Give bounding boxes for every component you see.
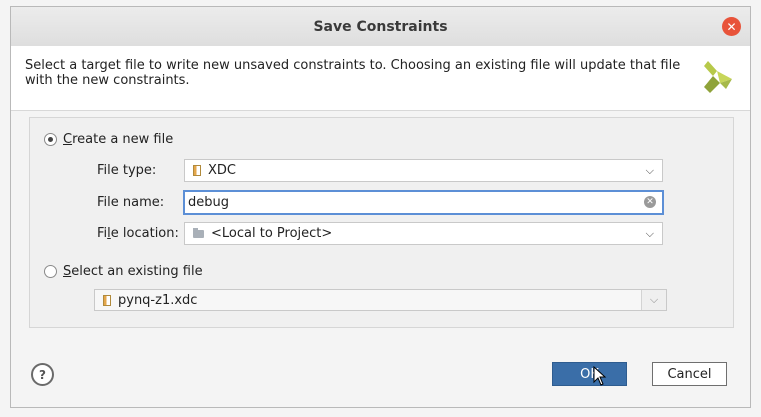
- file-location-value: <Local to Project>: [211, 226, 333, 241]
- xdc-file-icon: [193, 165, 201, 176]
- folder-icon: [193, 227, 204, 238]
- ok-button[interactable]: OK: [552, 362, 627, 386]
- file-location-label: File location:: [97, 226, 179, 241]
- file-name-value[interactable]: debug: [188, 195, 229, 210]
- xdc-file-icon: [103, 294, 111, 306]
- chevron-down-icon[interactable]: ⌵: [646, 164, 654, 178]
- chevron-down-icon[interactable]: ⌵: [646, 227, 654, 241]
- description-text: Select a target file to write new unsave…: [25, 58, 681, 88]
- existing-file-select[interactable]: pynq-z1.xdc ⌵: [94, 289, 667, 311]
- file-type-value: XDC: [208, 163, 236, 178]
- create-new-file-radio[interactable]: Create a new file: [44, 132, 173, 147]
- file-type-select[interactable]: XDC ⌵: [184, 159, 663, 182]
- mouse-cursor-icon: [593, 366, 607, 386]
- dialog-title: Save Constraints: [313, 18, 448, 35]
- radio-button-checked[interactable]: [44, 133, 57, 146]
- radio-button-unchecked[interactable]: [44, 265, 57, 278]
- create-new-file-label: Create a new file: [63, 132, 174, 147]
- help-button[interactable]: ?: [31, 363, 54, 386]
- xilinx-logo-icon: [704, 61, 732, 93]
- file-name-input[interactable]: debug ✕: [183, 190, 664, 215]
- existing-file-value: pynq-z1.xdc: [118, 292, 198, 308]
- file-type-label: File type:: [97, 163, 157, 178]
- file-name-label: File name:: [97, 195, 165, 210]
- description-banner: Select a target file to write new unsave…: [11, 46, 750, 111]
- file-location-select[interactable]: <Local to Project> ⌵: [184, 222, 663, 245]
- cancel-button[interactable]: Cancel: [652, 362, 727, 386]
- clear-icon[interactable]: ✕: [644, 196, 656, 208]
- close-icon[interactable]: ✕: [722, 17, 741, 36]
- select-existing-file-label: Select an existing file: [63, 264, 203, 279]
- title-bar[interactable]: Save Constraints ✕: [11, 7, 750, 47]
- chevron-down-icon[interactable]: ⌵: [641, 290, 666, 310]
- select-existing-file-radio[interactable]: Select an existing file: [44, 264, 203, 279]
